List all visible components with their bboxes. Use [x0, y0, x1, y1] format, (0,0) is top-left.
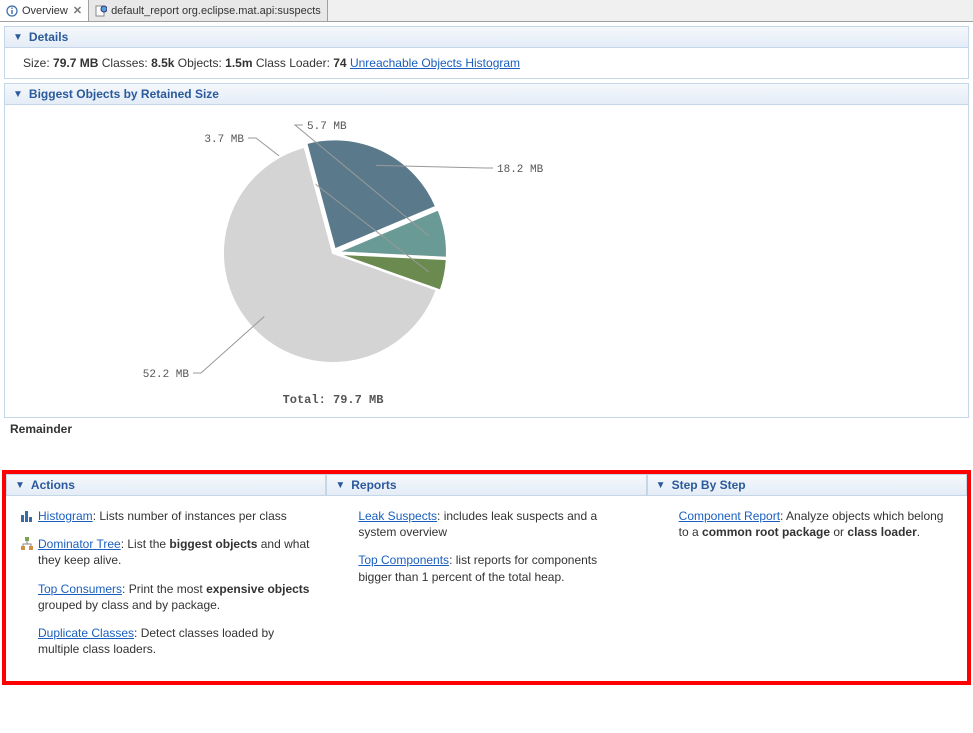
action-bold: biggest objects — [169, 537, 257, 551]
step-desc3: . — [917, 525, 920, 539]
section-title: Step By Step — [672, 478, 746, 492]
twisty-icon: ▼ — [335, 480, 345, 491]
actions-column: ▼ Actions Histogram: Lists number of ins… — [6, 474, 326, 681]
tree-icon — [20, 537, 38, 551]
section-title: Reports — [351, 478, 396, 492]
classloader-value: 74 — [333, 56, 346, 70]
report-link[interactable]: Top Components — [358, 553, 449, 567]
close-icon[interactable]: ✕ — [73, 4, 82, 17]
tab-label: Overview — [22, 5, 68, 17]
tab-label: default_report org.eclipse.mat.api:suspe… — [111, 5, 321, 17]
pie-chart-box: 18.2 MB 5.7 MB 3.7 MB 52.2 MB Total: 79.7 MB — [4, 105, 969, 418]
svg-text:18.2 MB: 18.2 MB — [497, 164, 544, 176]
section-title: Details — [29, 30, 68, 44]
step-bold: common root package — [702, 525, 830, 539]
twisty-icon: ▼ — [13, 32, 23, 43]
classloader-label: Class Loader: — [256, 56, 330, 70]
section-stepbystep-header[interactable]: ▼ Step By Step — [647, 474, 967, 496]
action-histogram: Histogram: Lists number of instances per… — [20, 508, 312, 524]
action-top-consumers: Top Consumers: Print the most expensive … — [20, 581, 312, 613]
action-duplicate-classes: Duplicate Classes: Detect classes loaded… — [20, 625, 312, 657]
pie-chart: 18.2 MB 5.7 MB 3.7 MB 52.2 MB Total: 79.7 MB — [13, 113, 653, 413]
section-biggest-header[interactable]: ▼ Biggest Objects by Retained Size — [4, 83, 969, 105]
action-desc: : List the — [121, 537, 170, 551]
bottom-panels: ▼ Actions Histogram: Lists number of ins… — [2, 470, 971, 685]
report-link[interactable]: Leak Suspects — [358, 509, 437, 523]
svg-text:5.7 MB: 5.7 MB — [307, 121, 347, 133]
classes-value: 8.5k — [151, 56, 174, 70]
step-link[interactable]: Component Report — [679, 509, 780, 523]
action-desc: : Lists number of instances per class — [93, 509, 287, 523]
report-leak-suspects: Leak Suspects: includes leak suspects an… — [340, 508, 632, 540]
svg-text:3.7 MB: 3.7 MB — [204, 134, 244, 146]
details-body: Size: 79.7 MB Classes: 8.5k Objects: 1.5… — [4, 48, 969, 79]
histogram-icon — [20, 509, 38, 523]
step-bold2: class loader — [847, 525, 916, 539]
tab-bar: Overview ✕ default_report org.eclipse.ma… — [0, 0, 973, 22]
action-dominator-tree: Dominator Tree: List the biggest objects… — [20, 536, 312, 568]
tab-overview[interactable]: Overview ✕ — [0, 0, 89, 21]
action-link[interactable]: Dominator Tree — [38, 537, 121, 551]
classes-label: Classes: — [102, 56, 148, 70]
action-desc: : Print the most — [122, 582, 206, 596]
action-desc2: grouped by class and by package. — [38, 598, 220, 612]
step-component-report: Component Report: Analyze objects which … — [661, 508, 953, 540]
section-reports-header[interactable]: ▼ Reports — [326, 474, 646, 496]
objects-value: 1.5m — [225, 56, 252, 70]
step-desc2: or — [830, 525, 847, 539]
stepbystep-column: ▼ Step By Step Component Report: Analyze… — [647, 474, 967, 681]
unreachable-objects-link[interactable]: Unreachable Objects Histogram — [350, 56, 520, 70]
action-bold: expensive objects — [206, 582, 309, 596]
twisty-icon: ▼ — [13, 89, 23, 100]
size-label: Size: — [23, 56, 50, 70]
remainder-label: Remainder — [0, 418, 973, 440]
action-link[interactable]: Histogram — [38, 509, 93, 523]
twisty-icon: ▼ — [15, 480, 25, 491]
reports-column: ▼ Reports Leak Suspects: includes leak s… — [326, 474, 646, 681]
svg-text:52.2 MB: 52.2 MB — [143, 369, 190, 381]
section-details-header[interactable]: ▼ Details — [4, 26, 969, 48]
size-value: 79.7 MB — [53, 56, 98, 70]
action-link[interactable]: Duplicate Classes — [38, 626, 134, 640]
info-icon — [6, 5, 18, 17]
report-icon — [95, 5, 107, 17]
svg-text:Total: 79.7 MB: Total: 79.7 MB — [283, 393, 384, 407]
tab-default-report[interactable]: default_report org.eclipse.mat.api:suspe… — [89, 0, 328, 21]
twisty-icon: ▼ — [656, 480, 666, 491]
action-link[interactable]: Top Consumers — [38, 582, 122, 596]
section-actions-header[interactable]: ▼ Actions — [6, 474, 326, 496]
section-title: Biggest Objects by Retained Size — [29, 87, 219, 101]
report-top-components: Top Components: list reports for compone… — [340, 552, 632, 584]
objects-label: Objects: — [178, 56, 222, 70]
section-title: Actions — [31, 478, 75, 492]
